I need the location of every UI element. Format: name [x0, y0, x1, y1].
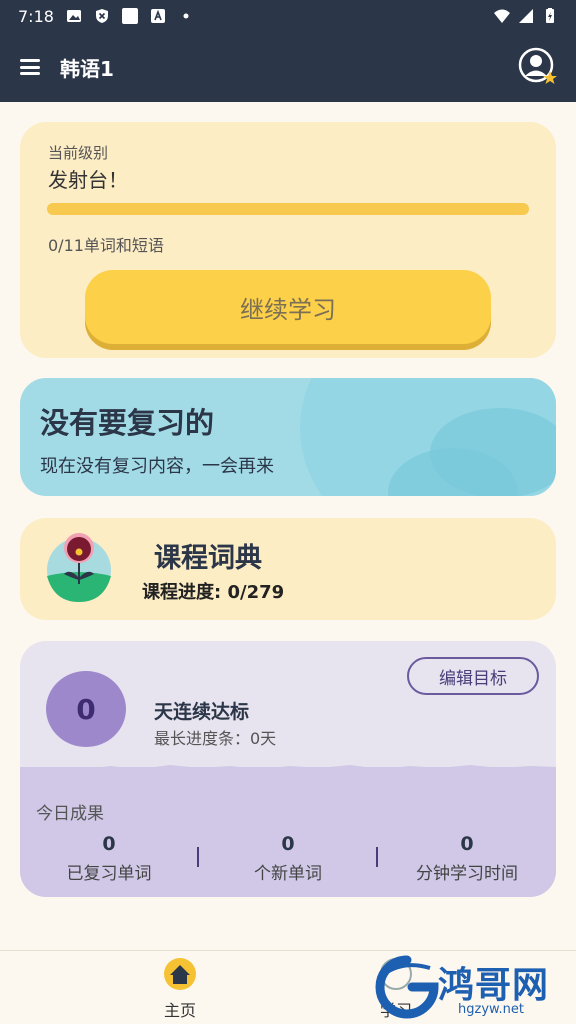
watermark-text: 鸿哥网 — [438, 965, 550, 1006]
level-progress-text: 0/11单词和短语 — [48, 236, 164, 255]
review-title: 没有要复习的 — [40, 406, 215, 440]
stat-label: 分钟学习时间 — [416, 864, 518, 884]
today-title: 今日成果 — [36, 804, 104, 824]
shield-icon — [95, 9, 108, 23]
stat-divider — [376, 847, 378, 867]
dictionary-progress: 课程进度: 0/279 — [142, 582, 285, 603]
stat-label: 已复习单词 — [66, 864, 152, 884]
level-label: 当前级别 — [48, 144, 109, 162]
profile-button[interactable] — [518, 47, 558, 87]
stat-value: 0 — [281, 833, 295, 855]
continue-learning-button[interactable]: 继续学习 — [85, 270, 491, 344]
stat-label: 个新单词 — [254, 864, 322, 884]
edit-goal-button[interactable]: 编辑目标 — [407, 657, 539, 695]
course-title: 韩语1 — [60, 56, 114, 81]
dictionary-card[interactable]: 课程词典 课程进度: 0/279 — [20, 518, 556, 620]
stat-minutes-studied: 0 分钟学习时间 — [382, 833, 552, 884]
nav-label-home: 主页 — [163, 1001, 196, 1020]
dot-icon — [183, 13, 189, 19]
streak-count-badge: 0 — [46, 671, 126, 747]
review-subtitle: 现在没有复习内容，一会再来 — [40, 456, 274, 477]
profile-icon — [518, 47, 557, 84]
signal-icon — [519, 9, 533, 23]
menu-icon[interactable] — [18, 55, 42, 79]
nav-item-home[interactable]: 主页 — [140, 957, 220, 1021]
stat-divider — [197, 847, 199, 867]
flower-icon — [47, 533, 111, 602]
streak-days-label: 天连续达标 — [154, 701, 250, 723]
app-square-icon — [121, 8, 138, 24]
level-card: 当前级别 发射台！ 0/11单词和短语 继续学习 — [20, 122, 556, 358]
a-box-icon — [150, 9, 165, 23]
status-time: 7:18 — [18, 6, 54, 26]
longest-streak-label: 最长进度条：0天 — [154, 729, 277, 748]
watermark-url: hgzyw.net — [458, 1002, 524, 1017]
wifi-icon — [494, 9, 510, 23]
stat-reviewed-words: 0 已复习单词 — [24, 833, 194, 884]
stat-new-words: 0 个新单词 — [203, 833, 373, 884]
dictionary-title: 课程词典 — [154, 543, 262, 574]
level-name: 发射台！ — [48, 168, 128, 192]
battery-icon — [546, 8, 554, 23]
streak-card: 0 编辑目标 天连续达标 最长进度条：0天 今日成果 0 已复习单词 0 个新单… — [20, 641, 556, 897]
status-bar: 7:18 — [0, 0, 576, 32]
stat-value: 0 — [460, 833, 474, 855]
app-bar: 韩语1 — [0, 32, 576, 102]
level-progress-bar — [47, 203, 529, 215]
watermark-logo-icon — [375, 955, 439, 1019]
home-icon — [164, 958, 196, 990]
watermark: 鸿哥网 hgzyw.net — [374, 954, 574, 1024]
image-icon — [66, 10, 81, 22]
review-card[interactable]: 没有要复习的 现在没有复习内容，一会再来 — [20, 378, 556, 496]
star-icon — [543, 71, 557, 84]
stat-value: 0 — [102, 833, 116, 855]
